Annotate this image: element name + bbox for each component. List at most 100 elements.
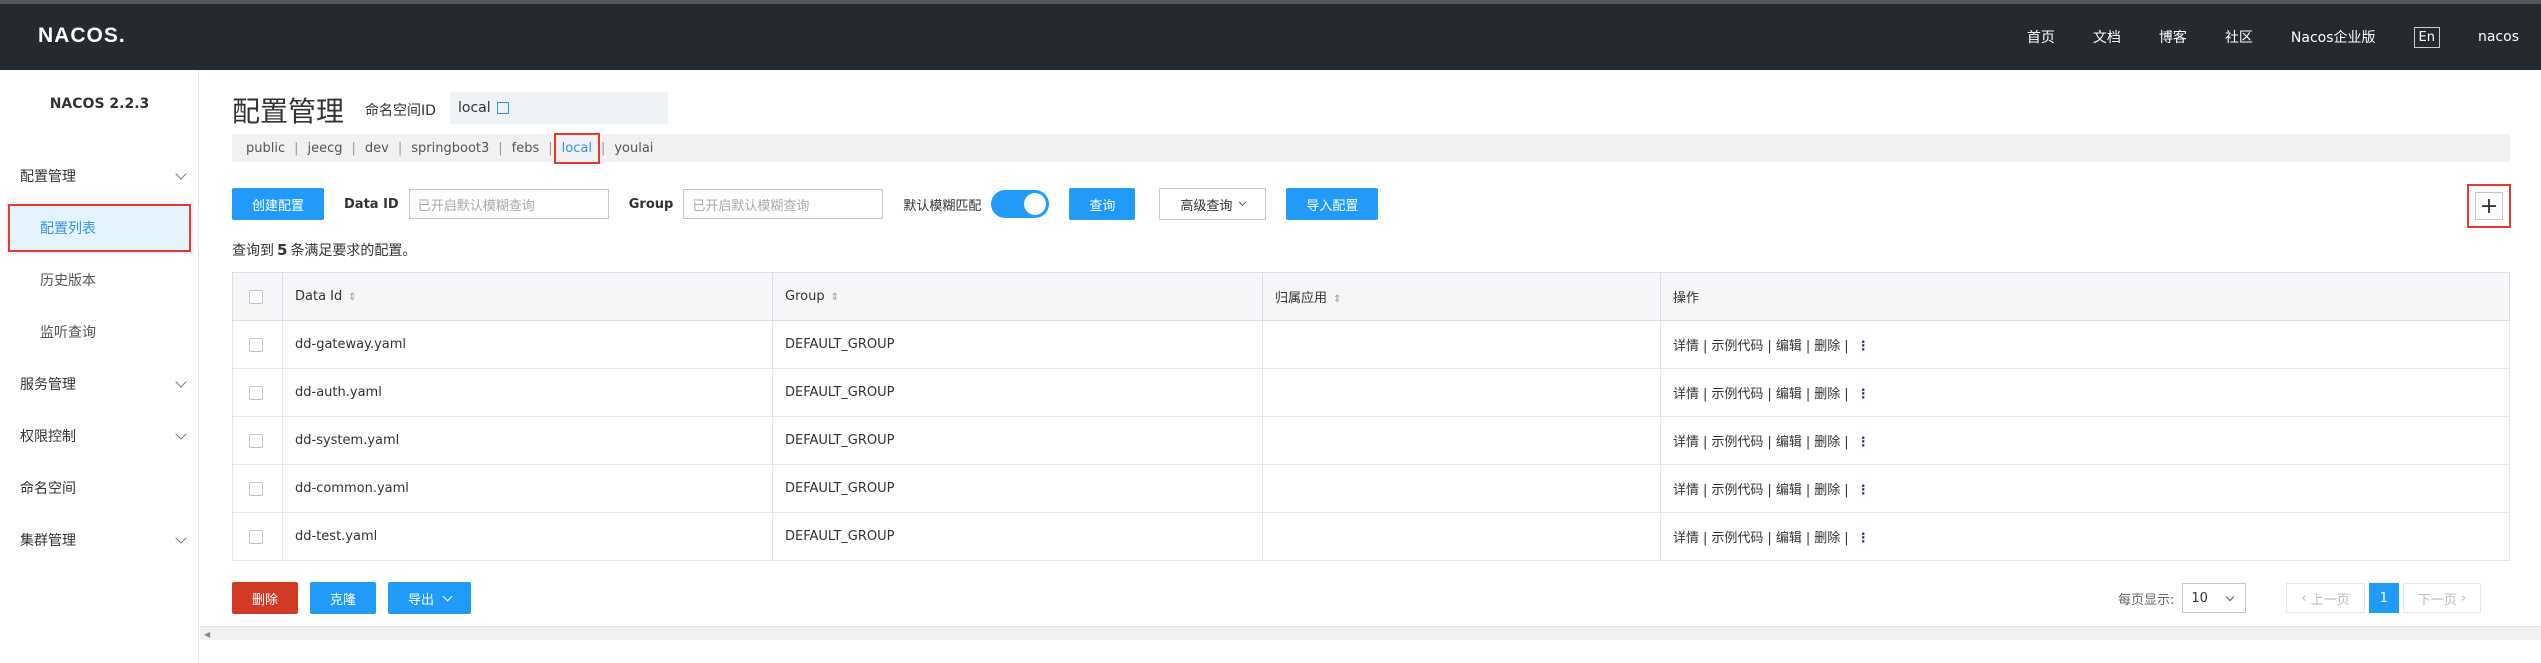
language-switch-button[interactable]: En [2413, 26, 2440, 48]
sidebar-item-cluster-management[interactable]: 集群管理 [0, 514, 199, 566]
sort-icon[interactable]: ⇕ [348, 292, 356, 303]
cell-group: DEFAULT_GROUP [772, 416, 1263, 465]
sidebar-item-label: 监听查询 [40, 325, 96, 341]
horizontal-scrollbar[interactable]: ◀ [200, 626, 2541, 640]
edit-link[interactable]: 编辑 [1776, 531, 1802, 546]
sidebar-item-label: 配置列表 [40, 221, 96, 237]
prev-page-button[interactable]: ‹ 上一页 [2286, 583, 2365, 613]
edit-link[interactable]: 编辑 [1776, 435, 1802, 450]
sidebar-item-config-management[interactable]: 配置管理 [0, 150, 199, 202]
plus-icon[interactable]: + [2475, 192, 2503, 220]
namespace-tab-springboot3[interactable]: springboot3 [411, 141, 489, 156]
edit-link[interactable]: 编辑 [1776, 339, 1802, 354]
chevron-left-icon: ‹ [2301, 590, 2311, 606]
detail-link[interactable]: 详情 [1673, 531, 1699, 546]
nav-docs[interactable]: 文档 [2093, 27, 2121, 47]
delete-link[interactable]: 删除 [1814, 339, 1840, 354]
sidebar-item-label: 服务管理 [20, 377, 76, 393]
sample-code-link[interactable]: 示例代码 [1711, 339, 1763, 354]
sample-code-link[interactable]: 示例代码 [1711, 435, 1763, 450]
row-checkbox[interactable] [249, 481, 263, 496]
next-page-button[interactable]: 下一页 › [2402, 583, 2482, 613]
chevron-down-icon [2226, 592, 2235, 602]
delete-link[interactable]: 删除 [1814, 531, 1840, 546]
column-header-group[interactable]: Group ⇕ [772, 272, 1263, 321]
create-config-button[interactable]: 创建配置 [232, 188, 325, 220]
group-label: Group [628, 196, 674, 212]
more-icon[interactable]: ⋮ [1857, 435, 1870, 450]
detail-link[interactable]: 详情 [1673, 339, 1699, 354]
nacos-logo[interactable]: NACOS. [38, 24, 126, 48]
detail-link[interactable]: 详情 [1673, 483, 1699, 498]
delete-button[interactable]: 删除 [232, 582, 299, 614]
export-button[interactable]: 导出 [388, 582, 472, 614]
sort-icon[interactable]: ⇕ [1333, 294, 1341, 305]
sample-code-link[interactable]: 示例代码 [1711, 387, 1763, 402]
cell-actions: 详情 | 示例代码 | 编辑 | 删除 | ⋮ [1660, 464, 2510, 513]
edit-link[interactable]: 编辑 [1776, 387, 1802, 402]
scroll-left-icon[interactable]: ◀ [204, 630, 210, 639]
namespace-tab-youlai[interactable]: youlai [614, 141, 653, 156]
row-checkbox[interactable] [249, 337, 263, 352]
chevron-down-icon [175, 428, 187, 440]
sidebar-item-listener-query[interactable]: 监听查询 [0, 306, 199, 358]
namespace-tab-febs[interactable]: febs [512, 141, 540, 156]
sidebar-item-namespace[interactable]: 命名空间 [0, 462, 199, 514]
sidebar-item-label: 历史版本 [40, 273, 96, 289]
more-icon[interactable]: ⋮ [1857, 339, 1870, 354]
data-id-input[interactable]: 已开启默认模糊查询 [408, 189, 609, 219]
detail-link[interactable]: 详情 [1673, 435, 1699, 450]
namespace-tab-public[interactable]: public [246, 141, 285, 156]
edit-link[interactable]: 编辑 [1776, 483, 1802, 498]
more-icon[interactable]: ⋮ [1857, 531, 1870, 546]
version-label: NACOS 2.2.3 [49, 96, 150, 112]
column-header-app[interactable]: 归属应用 ⇕ [1262, 272, 1661, 321]
user-menu[interactable]: nacos [2478, 29, 2519, 45]
delete-link[interactable]: 删除 [1814, 387, 1840, 402]
next-page-label: 下一页 [2417, 592, 2457, 608]
sort-icon[interactable]: ⇕ [831, 292, 839, 303]
clone-button[interactable]: 克隆 [310, 582, 377, 614]
cell-data-id: dd-test.yaml [282, 512, 773, 561]
sidebar-item-service-management[interactable]: 服务管理 [0, 358, 199, 410]
delete-link[interactable]: 删除 [1814, 483, 1840, 498]
fuzzy-match-toggle[interactable] [991, 190, 1050, 218]
row-checkbox[interactable] [249, 385, 263, 400]
row-checkbox[interactable] [249, 433, 263, 448]
nav-community[interactable]: 社区 [2225, 27, 2253, 47]
nav-enterprise[interactable]: Nacos企业版 [2291, 27, 2376, 47]
more-icon[interactable]: ⋮ [1857, 387, 1870, 402]
page-title: 配置管理 [232, 95, 345, 128]
chevron-down-icon [175, 376, 187, 388]
select-all-checkbox[interactable] [249, 289, 263, 304]
copy-icon[interactable] [496, 102, 509, 114]
per-page-select[interactable]: 10 [2182, 583, 2247, 613]
sidebar-item-config-list[interactable]: 配置列表 [6, 202, 193, 254]
main-content: 配置管理 命名空间ID local public | jeecg | dev | sp… [200, 70, 2541, 663]
cell-group: DEFAULT_GROUP [772, 464, 1263, 513]
column-header-data-id[interactable]: Data Id ⇕ [282, 272, 773, 321]
more-icon[interactable]: ⋮ [1857, 483, 1870, 498]
nav-home[interactable]: 首页 [2027, 27, 2055, 47]
sidebar-item-access-control[interactable]: 权限控制 [0, 410, 199, 462]
search-button[interactable]: 查询 [1069, 188, 1136, 220]
top-nav: 首页 文档 博客 社区 Nacos企业版 En nacos [2027, 4, 2541, 70]
detail-link[interactable]: 详情 [1673, 387, 1699, 402]
namespace-tab-jeecg[interactable]: jeecg [308, 141, 343, 156]
sidebar-item-history[interactable]: 历史版本 [0, 254, 199, 306]
namespace-tab-dev[interactable]: dev [365, 141, 389, 156]
row-checkbox[interactable] [249, 529, 263, 544]
sample-code-link[interactable]: 示例代码 [1711, 531, 1763, 546]
advanced-search-button[interactable]: 高级查询 [1159, 188, 1267, 220]
namespace-tab-local[interactable]: local [553, 132, 601, 164]
page-number-button[interactable]: 1 [2368, 583, 2399, 613]
group-input[interactable]: 已开启默认模糊查询 [683, 189, 884, 219]
delete-link[interactable]: 删除 [1814, 435, 1840, 450]
fuzzy-match-label: 默认模糊匹配 [903, 198, 982, 214]
cell-group: DEFAULT_GROUP [772, 512, 1263, 561]
sample-code-link[interactable]: 示例代码 [1711, 483, 1763, 498]
import-config-button[interactable]: 导入配置 [1286, 188, 1379, 220]
prev-page-label: 上一页 [2310, 592, 2350, 608]
result-summary: 查询到 5 条满足要求的配置。 [232, 240, 416, 260]
nav-blog[interactable]: 博客 [2159, 27, 2187, 47]
